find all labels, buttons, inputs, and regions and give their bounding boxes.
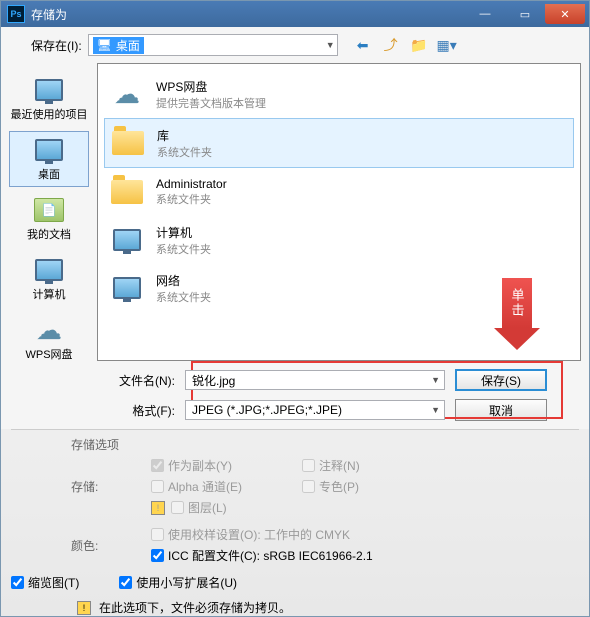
- sidebar-item-documents[interactable]: 📄 我的文档: [9, 191, 89, 247]
- store-label: 存储:: [71, 478, 151, 495]
- color-label: 颜色:: [71, 537, 151, 554]
- item-sub: 系统文件夹: [156, 241, 211, 257]
- cloud-icon: ☁: [36, 315, 62, 346]
- sidebar-item-desktop[interactable]: 桌面: [9, 131, 89, 187]
- spot-checkbox: 专色(P): [302, 478, 360, 495]
- computer-icon: [35, 259, 63, 281]
- copy-note: 在此选项下，文件必须存储为拷贝。: [99, 599, 291, 616]
- list-item[interactable]: ☁ WPS网盘提供完善文档版本管理: [104, 70, 574, 118]
- back-icon[interactable]: ⬅: [354, 36, 372, 54]
- sidebar-item-computer[interactable]: 计算机: [9, 251, 89, 307]
- chevron-down-icon: ▼: [431, 405, 440, 415]
- sidebar-item-wps[interactable]: ☁ WPS网盘: [9, 311, 89, 367]
- as-copy-checkbox: 作为副本(Y): [151, 457, 242, 474]
- alpha-checkbox: Alpha 通道(E): [151, 478, 242, 495]
- icc-checkbox[interactable]: ICC 配置文件(C): sRGB IEC61966-2.1: [151, 547, 373, 564]
- save-options: 存储选项 存储: 作为副本(Y) Alpha 通道(E) !图层(L) 注释(N…: [11, 429, 579, 616]
- window-title: 存储为: [31, 6, 465, 23]
- save-button[interactable]: 保存(S): [455, 369, 547, 391]
- folder-icon: [112, 131, 144, 155]
- location-toolbar: 保存在(I): 🖥 桌面 ▼ ⬅ ⤴ 📁 ▦▾: [1, 27, 589, 63]
- filename-input[interactable]: 锐化.jpg▼: [185, 370, 445, 390]
- recent-icon: [35, 79, 63, 101]
- sidebar-item-label: 我的文档: [27, 226, 71, 242]
- item-name: WPS网盘: [156, 78, 266, 95]
- main-column: ☁ WPS网盘提供完善文档版本管理 库系统文件夹 Administrator系统…: [97, 63, 589, 429]
- options-section-label: 存储选项: [71, 436, 151, 453]
- item-sub: 系统文件夹: [157, 144, 212, 160]
- chevron-down-icon: ▼: [326, 40, 335, 50]
- filename-fields: 文件名(N): 锐化.jpg▼ 保存(S) 格式(F): JPEG (*.JPG…: [97, 361, 581, 429]
- places-sidebar: 最近使用的项目 桌面 📄 我的文档 计算机 ☁ WPS网盘: [1, 63, 97, 429]
- sidebar-item-label: 最近使用的项目: [11, 106, 88, 122]
- list-item[interactable]: 计算机系统文件夹: [104, 216, 574, 264]
- minimize-button[interactable]: —: [465, 4, 505, 24]
- item-name: Administrator: [156, 177, 227, 191]
- format-combo[interactable]: JPEG (*.JPG;*.JPEG;*.JPE)▼: [185, 400, 445, 420]
- sidebar-item-recent[interactable]: 最近使用的项目: [9, 71, 89, 127]
- cloud-icon: ☁: [114, 79, 140, 110]
- lowercase-ext-checkbox[interactable]: 使用小写扩展名(U): [119, 574, 237, 591]
- dialog-body: 最近使用的项目 桌面 📄 我的文档 计算机 ☁ WPS网盘 ☁: [1, 63, 589, 429]
- view-menu-icon[interactable]: ▦▾: [438, 36, 456, 54]
- desktop-small-icon: 🖥: [97, 38, 112, 52]
- network-icon: [113, 277, 141, 299]
- sidebar-item-label: WPS网盘: [25, 346, 72, 362]
- titlebar: Ps 存储为 — ▭ ✕: [1, 1, 589, 27]
- maximize-button[interactable]: ▭: [505, 4, 545, 24]
- sidebar-item-label: 计算机: [33, 286, 66, 302]
- item-sub: 系统文件夹: [156, 191, 227, 207]
- computer-icon: [113, 229, 141, 251]
- item-name: 计算机: [156, 224, 211, 241]
- warning-icon: !: [151, 501, 165, 515]
- location-value: 桌面: [116, 37, 140, 54]
- item-name: 网络: [156, 272, 211, 289]
- layers-checkbox: !图层(L): [151, 499, 242, 516]
- close-button[interactable]: ✕: [545, 4, 585, 24]
- sidebar-item-label: 桌面: [38, 166, 60, 182]
- format-label: 格式(F):: [105, 402, 175, 419]
- new-folder-icon[interactable]: 📁: [410, 36, 428, 54]
- cancel-button[interactable]: 取消: [455, 399, 547, 421]
- annotation-arrow: 单击: [494, 278, 540, 368]
- chevron-down-icon: ▼: [431, 375, 440, 385]
- annotation-text: 单击: [502, 278, 532, 328]
- up-folder-icon[interactable]: ⤴: [382, 36, 400, 54]
- save-in-label: 保存在(I):: [31, 37, 82, 54]
- item-sub: 提供完善文档版本管理: [156, 95, 266, 111]
- thumbnail-checkbox[interactable]: 缩览图(T): [11, 574, 79, 591]
- photoshop-icon: Ps: [7, 5, 25, 23]
- desktop-icon: [35, 139, 63, 161]
- item-name: 库: [157, 127, 212, 144]
- arrow-down-icon: [494, 328, 540, 350]
- save-in-combo[interactable]: 🖥 桌面 ▼: [88, 34, 338, 56]
- folder-icon: [111, 180, 143, 204]
- window-buttons: — ▭ ✕: [465, 4, 589, 24]
- documents-icon: 📄: [34, 198, 64, 222]
- proof-checkbox: 使用校样设置(O): 工作中的 CMYK: [151, 526, 373, 543]
- filename-label: 文件名(N):: [105, 372, 175, 389]
- notes-checkbox: 注释(N): [302, 457, 360, 474]
- warning-icon: !: [77, 601, 91, 615]
- item-sub: 系统文件夹: [156, 289, 211, 305]
- list-item[interactable]: 库系统文件夹: [104, 118, 574, 168]
- list-item[interactable]: Administrator系统文件夹: [104, 168, 574, 216]
